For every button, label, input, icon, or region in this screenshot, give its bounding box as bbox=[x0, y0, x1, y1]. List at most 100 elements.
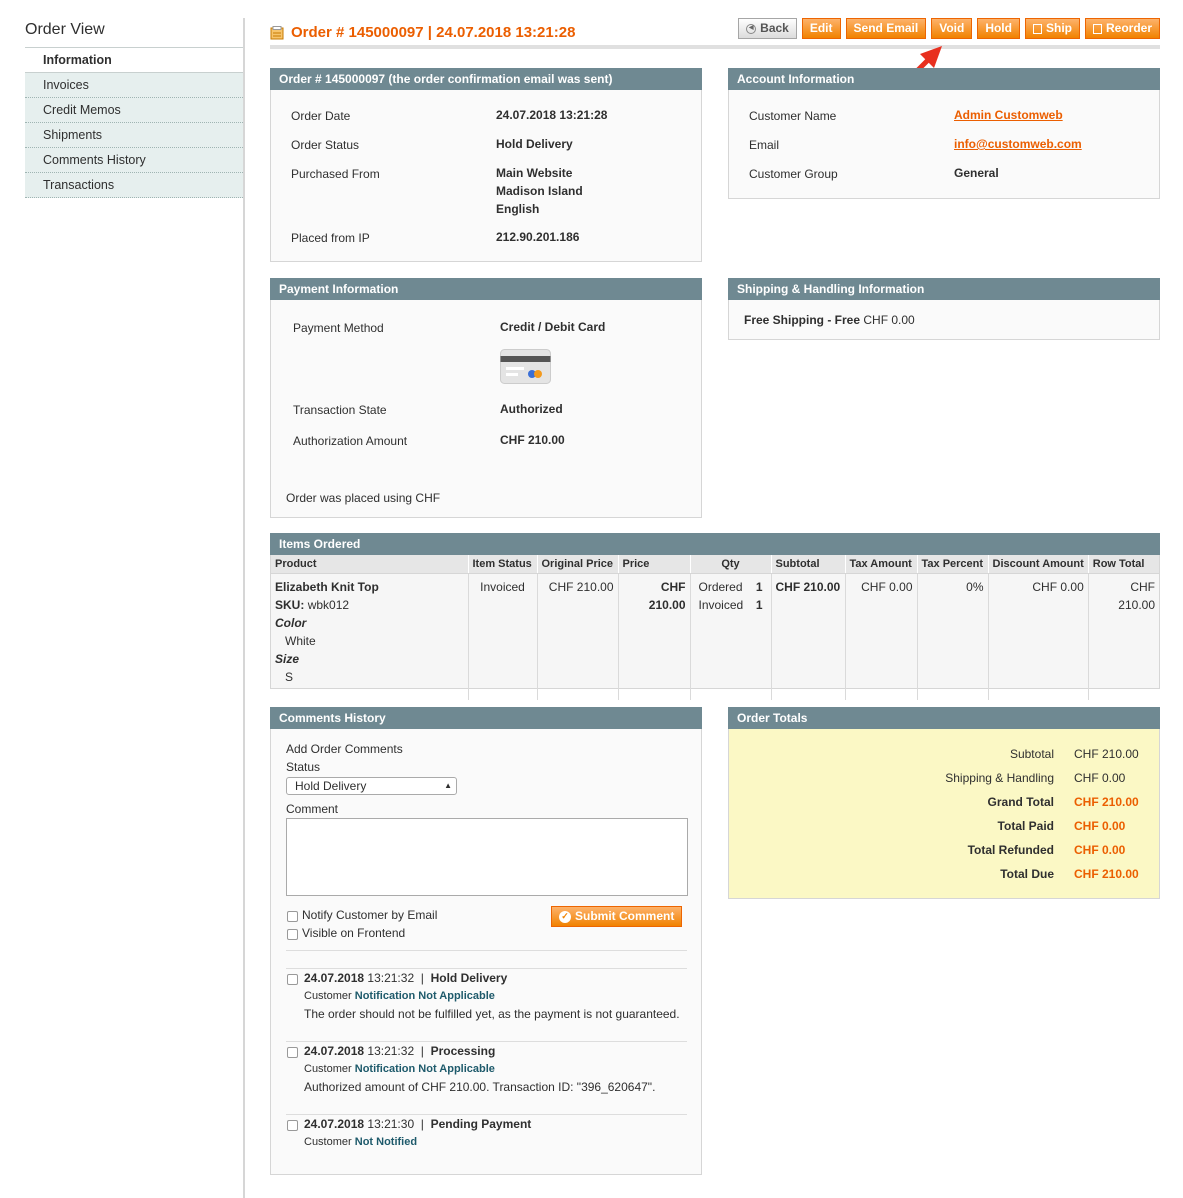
sidebar-item-shipments[interactable]: Shipments bbox=[25, 123, 245, 148]
history-time: 13:21:32 bbox=[367, 971, 415, 985]
totals-value: CHF 210.00 bbox=[1074, 867, 1139, 881]
currency-note: Order was placed using CHF bbox=[286, 491, 441, 505]
original-price-cell: CHF 210.00 bbox=[537, 573, 619, 700]
visible-frontend-checkbox[interactable] bbox=[287, 929, 298, 940]
customer-name-link[interactable]: Admin Customweb bbox=[954, 108, 1063, 122]
reorder-button[interactable]: Reorder bbox=[1084, 18, 1160, 39]
sidebar-item-information[interactable]: Information bbox=[25, 48, 245, 73]
sidebar-item-invoices[interactable]: Invoices bbox=[25, 73, 245, 98]
edit-button[interactable]: Edit bbox=[801, 18, 841, 39]
sidebar-item-comments-history[interactable]: Comments History bbox=[25, 148, 245, 173]
history-entry-checkbox[interactable] bbox=[287, 974, 298, 985]
payment-info-box: Payment Information Payment Method Credi… bbox=[270, 278, 702, 518]
history-divider bbox=[286, 1114, 687, 1115]
page-title: Order # 145000097 | 24.07.2018 13:21:28 bbox=[270, 24, 575, 41]
notify-customer-checkbox[interactable] bbox=[287, 911, 298, 922]
purchased-from-label: Purchased From bbox=[291, 167, 380, 181]
product-sku-label: SKU: bbox=[275, 598, 305, 612]
reorder-icon bbox=[1092, 23, 1102, 34]
page-title-text: Order # 145000097 | 24.07.2018 13:21:28 bbox=[291, 24, 576, 41]
submit-comment-button[interactable]: ✓ Submit Comment bbox=[551, 906, 683, 927]
qty-ordered-row: Ordered 1 bbox=[695, 578, 767, 596]
totals-label: Grand Total bbox=[987, 795, 1054, 809]
history-date: 24.07.2018 bbox=[304, 1117, 365, 1131]
reorder-button-label: Reorder bbox=[1105, 21, 1152, 35]
sidebar-item-credit-memos[interactable]: Credit Memos bbox=[25, 98, 245, 123]
discount-cell: CHF 0.00 bbox=[988, 573, 1089, 700]
history-entry-2-notification: Customer Notification Not Applicable bbox=[304, 1063, 495, 1075]
comment-label: Comment bbox=[286, 802, 339, 816]
back-arrow-icon: ◀ bbox=[746, 23, 757, 34]
shipping-info-head: Shipping & Handling Information bbox=[728, 278, 1160, 300]
totals-row-shipping: Shipping & Handling CHF 0.00 bbox=[729, 771, 1159, 795]
credit-card-icon bbox=[500, 349, 551, 387]
qty-invoiced-row: Invoiced 1 bbox=[695, 596, 767, 614]
history-customer: Customer bbox=[304, 1136, 352, 1148]
history-entry-3-header: 24.07.2018 13:21:30 | Pending Payment bbox=[304, 1117, 532, 1131]
product-sku-value: wbk012 bbox=[307, 598, 350, 612]
placed-ip-value: 212.90.201.186 bbox=[496, 230, 580, 244]
totals-value: CHF 0.00 bbox=[1074, 819, 1126, 833]
ship-button[interactable]: Ship bbox=[1024, 18, 1080, 39]
account-info-head: Account Information bbox=[728, 68, 1160, 90]
item-status-cell: Invoiced bbox=[468, 573, 538, 700]
void-button-label: Void bbox=[939, 21, 965, 35]
notify-customer-label: Notify Customer by Email bbox=[302, 908, 438, 922]
option-color-label: Color bbox=[275, 616, 307, 630]
send-email-button-label: Send Email bbox=[853, 21, 919, 35]
visible-frontend-label: Visible on Frontend bbox=[302, 926, 406, 940]
add-comments-label: Add Order Comments bbox=[286, 742, 403, 756]
back-button[interactable]: ◀ Back bbox=[738, 18, 797, 39]
order-info-box: Order # 145000097 (the order confirmatio… bbox=[270, 68, 702, 262]
col-tax-amount: Tax Amount bbox=[845, 555, 918, 574]
sidebar: Order View Information Invoices Credit M… bbox=[25, 18, 245, 198]
option-color-value: White bbox=[285, 634, 316, 648]
col-tax-percent: Tax Percent bbox=[917, 555, 989, 574]
totals-row-total-due: Total Due CHF 210.00 bbox=[729, 867, 1159, 891]
send-email-button[interactable]: Send Email bbox=[845, 18, 927, 39]
col-price: Price bbox=[618, 555, 691, 574]
comments-history-head: Comments History bbox=[270, 707, 702, 729]
transaction-state-label: Transaction State bbox=[293, 403, 387, 417]
select-arrows-icon: ▲ bbox=[444, 781, 452, 790]
history-notification: Not Notified bbox=[354, 1136, 418, 1148]
history-divider bbox=[286, 950, 687, 951]
order-status-value: Hold Delivery bbox=[496, 137, 573, 151]
table-row: Elizabeth Knit Top SKU: wbk012 Color Whi… bbox=[271, 573, 1159, 700]
ship-icon bbox=[1032, 23, 1042, 34]
history-entry-checkbox[interactable] bbox=[287, 1120, 298, 1131]
totals-label: Total Refunded bbox=[967, 843, 1054, 857]
customer-email-link[interactable]: info@customweb.com bbox=[954, 137, 1082, 151]
check-circle-icon: ✓ bbox=[559, 910, 571, 923]
purchased-from-website: Main Website bbox=[496, 166, 573, 180]
history-time: 13:21:32 bbox=[367, 1044, 415, 1058]
history-notification: Notification Not Applicable bbox=[354, 1063, 495, 1075]
void-button[interactable]: Void bbox=[931, 18, 973, 39]
customer-group-label: Customer Group bbox=[749, 167, 838, 181]
tax-percent-cell: 0% bbox=[917, 573, 989, 700]
comment-textarea[interactable] bbox=[286, 818, 688, 896]
status-select[interactable]: Hold Delivery ▲ bbox=[286, 777, 457, 795]
edit-button-label: Edit bbox=[809, 21, 833, 35]
payment-method-label: Payment Method bbox=[293, 321, 384, 335]
totals-row-total-refunded: Total Refunded CHF 0.00 bbox=[729, 843, 1159, 867]
col-original-price: Original Price bbox=[537, 555, 619, 574]
history-entry-checkbox[interactable] bbox=[287, 1047, 298, 1058]
history-divider bbox=[286, 968, 687, 969]
qty-ordered-label: Ordered bbox=[698, 580, 743, 594]
sidebar-divider bbox=[243, 18, 245, 1198]
sidebar-item-transactions[interactable]: Transactions bbox=[25, 173, 245, 198]
comments-history-box: Comments History Add Order Comments Stat… bbox=[270, 707, 702, 1175]
order-totals-box: Order Totals Subtotal CHF 210.00 Shippin… bbox=[728, 707, 1160, 899]
totals-value: CHF 0.00 bbox=[1074, 771, 1126, 785]
customer-email-label: Email bbox=[749, 138, 780, 152]
totals-value: CHF 0.00 bbox=[1074, 843, 1126, 857]
history-status: Pending Payment bbox=[430, 1117, 532, 1131]
history-status: Hold Delivery bbox=[430, 971, 508, 985]
customer-name-label: Customer Name bbox=[749, 109, 837, 123]
ship-button-label: Ship bbox=[1045, 21, 1072, 35]
hold-button[interactable]: Hold bbox=[977, 18, 1020, 39]
col-discount-amount: Discount Amount bbox=[988, 555, 1089, 574]
payment-info-head: Payment Information bbox=[270, 278, 702, 300]
history-entry-2-text: Authorized amount of CHF 210.00. Transac… bbox=[304, 1080, 656, 1094]
